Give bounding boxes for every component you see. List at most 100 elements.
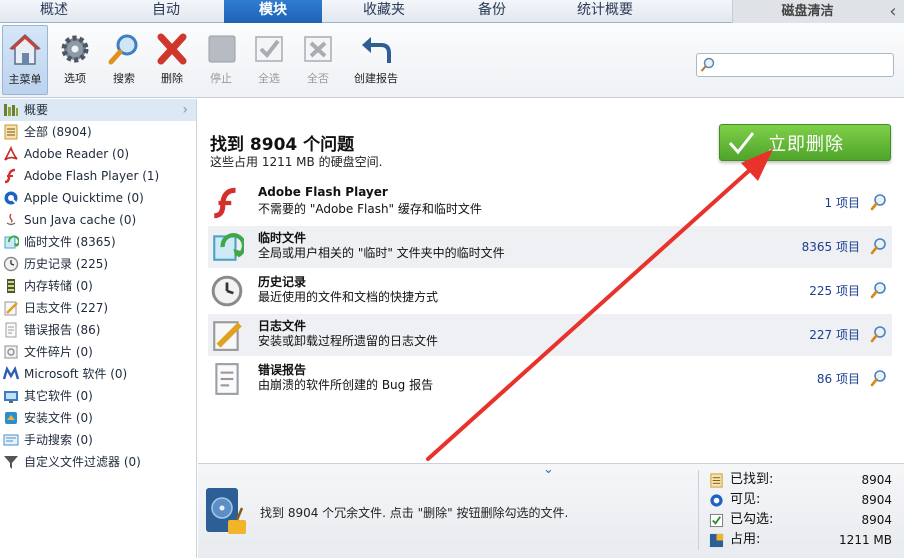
sidebar-item[interactable]: 概要 ›: [0, 99, 196, 121]
collapse-chevron-icon[interactable]: ‹: [882, 1, 904, 22]
search-button[interactable]: 搜索: [101, 25, 147, 95]
magnifier-icon[interactable]: [870, 281, 888, 299]
sidebar-item[interactable]: 安装文件 (0): [0, 407, 196, 429]
sidebar-item-label: 概要: [24, 103, 49, 117]
stats-panel: 已找到: 8904 可见: 8904 已勾选: 8904 占用: 1211 MB: [698, 470, 898, 550]
stop-button[interactable]: 停止: [198, 25, 244, 95]
magnifier-icon[interactable]: [870, 237, 888, 255]
temp-files-icon: [213, 233, 244, 261]
search-input[interactable]: [719, 56, 889, 74]
sidebar-item-label: 历史记录 (225): [24, 257, 109, 271]
sidebar-item[interactable]: Microsoft 软件 (0): [0, 363, 196, 385]
result-row[interactable]: 临时文件 全局或用户相关的 "临时" 文件夹中的临时文件 8365 项目: [208, 226, 892, 268]
stat-row: 占用: 1211 MB: [709, 530, 898, 550]
create-report-button[interactable]: 创建报告: [352, 25, 400, 95]
flash-icon: [4, 168, 16, 184]
sidebar-item[interactable]: 错误报告 (86): [0, 319, 196, 341]
visible-icon: [710, 493, 723, 507]
sidebar-item[interactable]: 其它软件 (0): [0, 385, 196, 407]
quicktime-icon: [4, 191, 18, 205]
result-count-link[interactable]: 8365 项目: [802, 238, 860, 255]
stop-square-icon: [208, 35, 236, 63]
result-count-link[interactable]: 86 项目: [817, 370, 860, 387]
sidebar-item[interactable]: 内存转储 (0): [0, 275, 196, 297]
module-title: 磁盘清洁: [781, 4, 834, 19]
result-row[interactable]: 历史记录 最近使用的文件和文档的快捷方式 225 项目: [208, 270, 892, 312]
sidebar-item-label: Adobe Reader (0): [24, 147, 130, 161]
magnifier-icon[interactable]: [870, 325, 888, 343]
delete-button[interactable]: 删除: [149, 25, 195, 95]
log-file-icon: [4, 301, 18, 316]
sidebar-item[interactable]: 临时文件 (8365): [0, 231, 196, 253]
sidebar-item[interactable]: Sun Java cache (0): [0, 209, 196, 231]
result-row[interactable]: 错误报告 由崩溃的软件所创建的 Bug 报告 86 项目: [208, 358, 892, 400]
sidebar-item-label: Apple Quicktime (0): [24, 191, 144, 205]
result-description: 最近使用的文件和文档的快捷方式: [258, 290, 439, 304]
sidebar-item[interactable]: 自定义文件过滤器 (0): [0, 451, 196, 473]
tab-modules[interactable]: 模块: [224, 0, 322, 23]
sidebar-item-label: 手动搜索 (0): [24, 433, 93, 447]
checkmark-icon: [728, 131, 755, 154]
tab-auto[interactable]: 自动: [108, 0, 224, 23]
search-box[interactable]: [696, 53, 894, 77]
stat-label: 已勾选:: [730, 512, 774, 527]
tab-favorites[interactable]: 收藏夹: [322, 0, 446, 23]
result-description: 安装或卸载过程所遗留的日志文件: [258, 334, 439, 348]
sidebar-item-label: 自定义文件过滤器 (0): [24, 455, 141, 469]
search-label: 搜索: [113, 72, 135, 85]
sidebar-item-label: 文件碎片 (0): [24, 345, 93, 359]
stat-row: 已勾选: 8904: [709, 510, 898, 530]
sidebar-item[interactable]: Adobe Reader (0): [0, 143, 196, 165]
stat-row: 可见: 8904: [709, 490, 898, 510]
tab-statistics[interactable]: 统计概要: [538, 0, 672, 23]
red-x-icon: [157, 33, 187, 65]
stat-label: 占用:: [730, 532, 761, 547]
module-title-panel: 磁盘清洁 ‹: [732, 0, 904, 23]
sidebar-item[interactable]: Adobe Flash Player (1): [0, 165, 196, 187]
result-description: 不需要的 "Adobe Flash" 缓存和临时文件: [258, 202, 482, 216]
adobe-reader-icon: [4, 146, 18, 161]
delete-now-button[interactable]: 立即删除: [719, 124, 891, 161]
microsoft-icon: [3, 366, 19, 380]
result-count-link[interactable]: 225 项目: [809, 282, 860, 299]
expand-chevron-icon[interactable]: ⌄: [543, 462, 554, 477]
manual-search-icon: [3, 434, 19, 446]
results-panel: 找到 8904 个问题 这些占用 1211 MB 的硬盘空间. 立即删除 Ado…: [198, 99, 904, 463]
sidebar-item[interactable]: 手动搜索 (0): [0, 429, 196, 451]
stat-value: 8904: [861, 473, 892, 487]
history-icon: [211, 275, 243, 307]
error-report-icon: [215, 363, 239, 395]
select-none-button[interactable]: 全否: [295, 25, 341, 95]
options-button[interactable]: 选项: [52, 25, 98, 95]
home-menu-label: 主菜单: [8, 73, 42, 86]
create-report-label: 创建报告: [354, 72, 398, 85]
select-all-button[interactable]: 全选: [246, 25, 292, 95]
sidebar-item-label: 内存转储 (0): [24, 279, 93, 293]
filter-icon: [4, 456, 18, 469]
sidebar-item-label: Adobe Flash Player (1): [24, 169, 160, 183]
result-row[interactable]: 日志文件 安装或卸载过程所遗留的日志文件 227 项目: [208, 314, 892, 356]
delete-now-label: 立即删除: [768, 133, 844, 155]
history-icon: [3, 256, 19, 272]
select-none-label: 全否: [307, 72, 329, 85]
sidebar-item-label: 安装文件 (0): [24, 411, 93, 425]
disk-space-summary: 这些占用 1211 MB 的硬盘空间.: [210, 155, 383, 169]
sidebar-item-label: 日志文件 (227): [24, 301, 109, 315]
sidebar-item[interactable]: Apple Quicktime (0): [0, 187, 196, 209]
tab-backup[interactable]: 备份: [446, 0, 538, 23]
magnifier-icon[interactable]: [870, 193, 888, 211]
sidebar-item[interactable]: 文件碎片 (0): [0, 341, 196, 363]
sidebar-item[interactable]: 日志文件 (227): [0, 297, 196, 319]
home-menu-button[interactable]: 主菜单: [2, 25, 48, 95]
magnifier-icon[interactable]: [870, 369, 888, 387]
result-count-link[interactable]: 227 项目: [809, 326, 860, 343]
stat-value: 8904: [861, 493, 892, 507]
flash-icon: [214, 187, 236, 219]
java-icon: [6, 213, 16, 226]
result-count-link[interactable]: 1 项目: [825, 194, 860, 211]
tab-overview[interactable]: 概述: [0, 0, 108, 23]
result-row[interactable]: Adobe Flash Player 不需要的 "Adobe Flash" 缓存和…: [208, 182, 892, 224]
sidebar-item[interactable]: 全部 (8904): [0, 121, 196, 143]
stat-label: 可见:: [730, 492, 761, 507]
sidebar-item[interactable]: 历史记录 (225): [0, 253, 196, 275]
